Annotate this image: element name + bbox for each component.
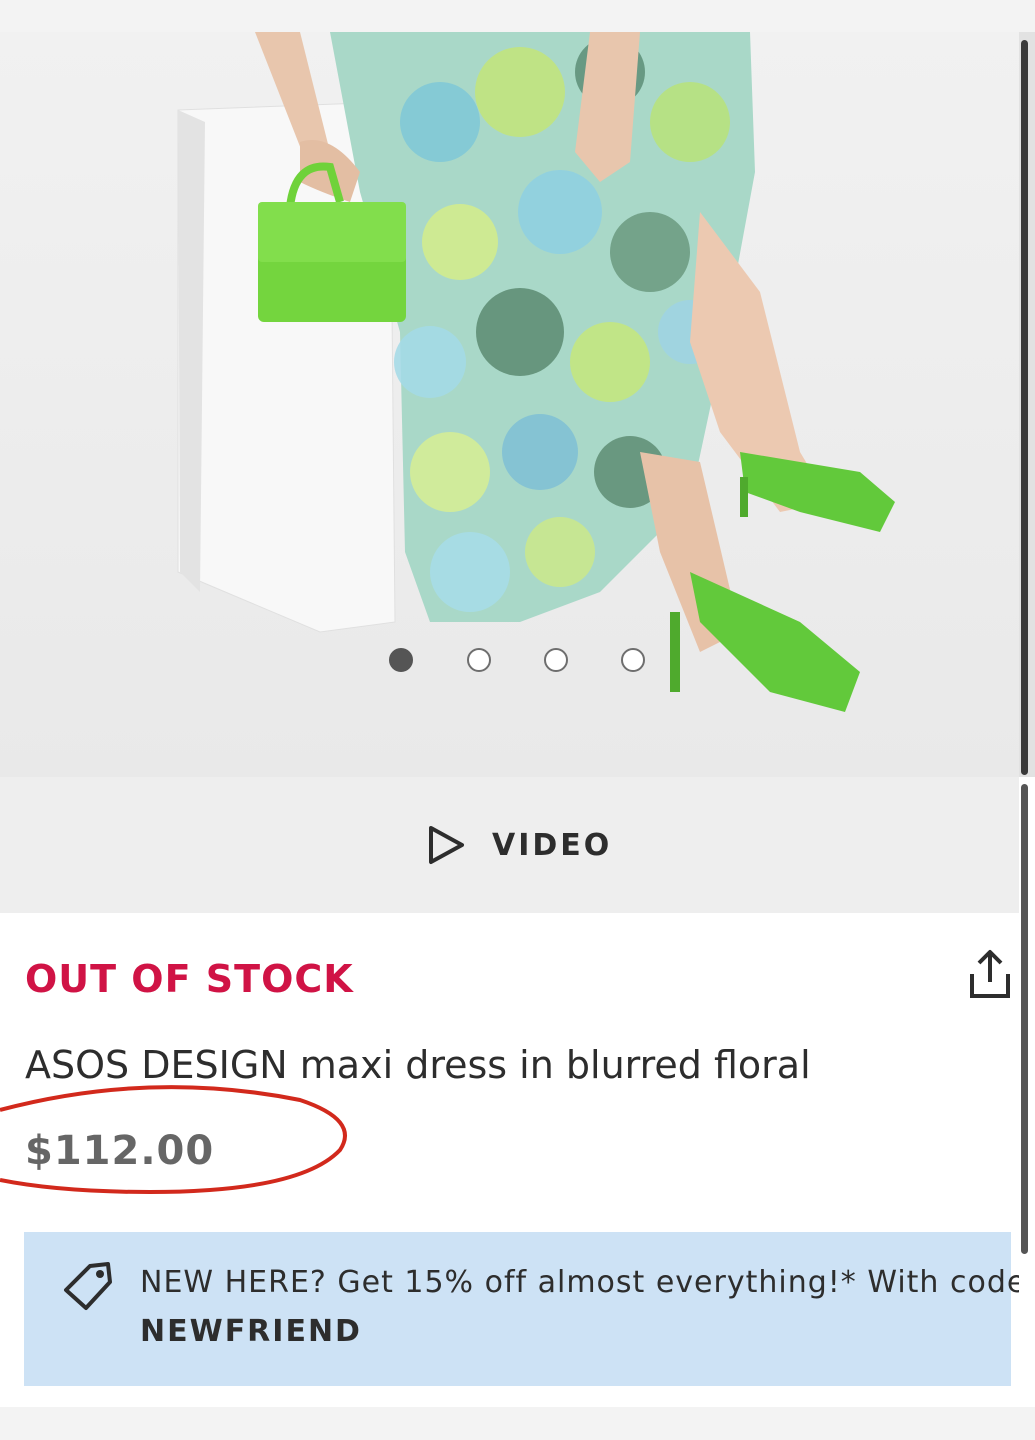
page-scrollbar-thumb[interactable] [1021, 784, 1028, 1254]
product-price: $112.00 [25, 1128, 215, 1174]
carousel-dots [388, 648, 660, 676]
video-label: VIDEO [492, 827, 613, 863]
stock-status: OUT OF STOCK [25, 957, 354, 1001]
bottom-strip [0, 1407, 1035, 1440]
price-tag-icon [60, 1260, 116, 1316]
promo-banner [24, 1232, 1011, 1386]
promo-text: NEW HERE? Get 15% off almost everything!… [140, 1265, 1035, 1300]
share-icon [970, 950, 1010, 998]
top-strip [0, 0, 1035, 32]
play-icon [429, 826, 464, 864]
carousel-dot-3[interactable] [544, 648, 568, 672]
carousel-dot-1[interactable] [389, 648, 413, 672]
gallery-scrollbar-thumb[interactable] [1021, 40, 1028, 775]
carousel-dot-2[interactable] [467, 648, 491, 672]
share-button[interactable] [966, 948, 1014, 1002]
promo-code: NEWFRIEND [140, 1314, 362, 1349]
product-title: ASOS DESIGN maxi dress in blurred floral [25, 1043, 811, 1087]
video-button[interactable]: VIDEO [426, 823, 612, 867]
carousel-dot-4[interactable] [621, 648, 645, 672]
